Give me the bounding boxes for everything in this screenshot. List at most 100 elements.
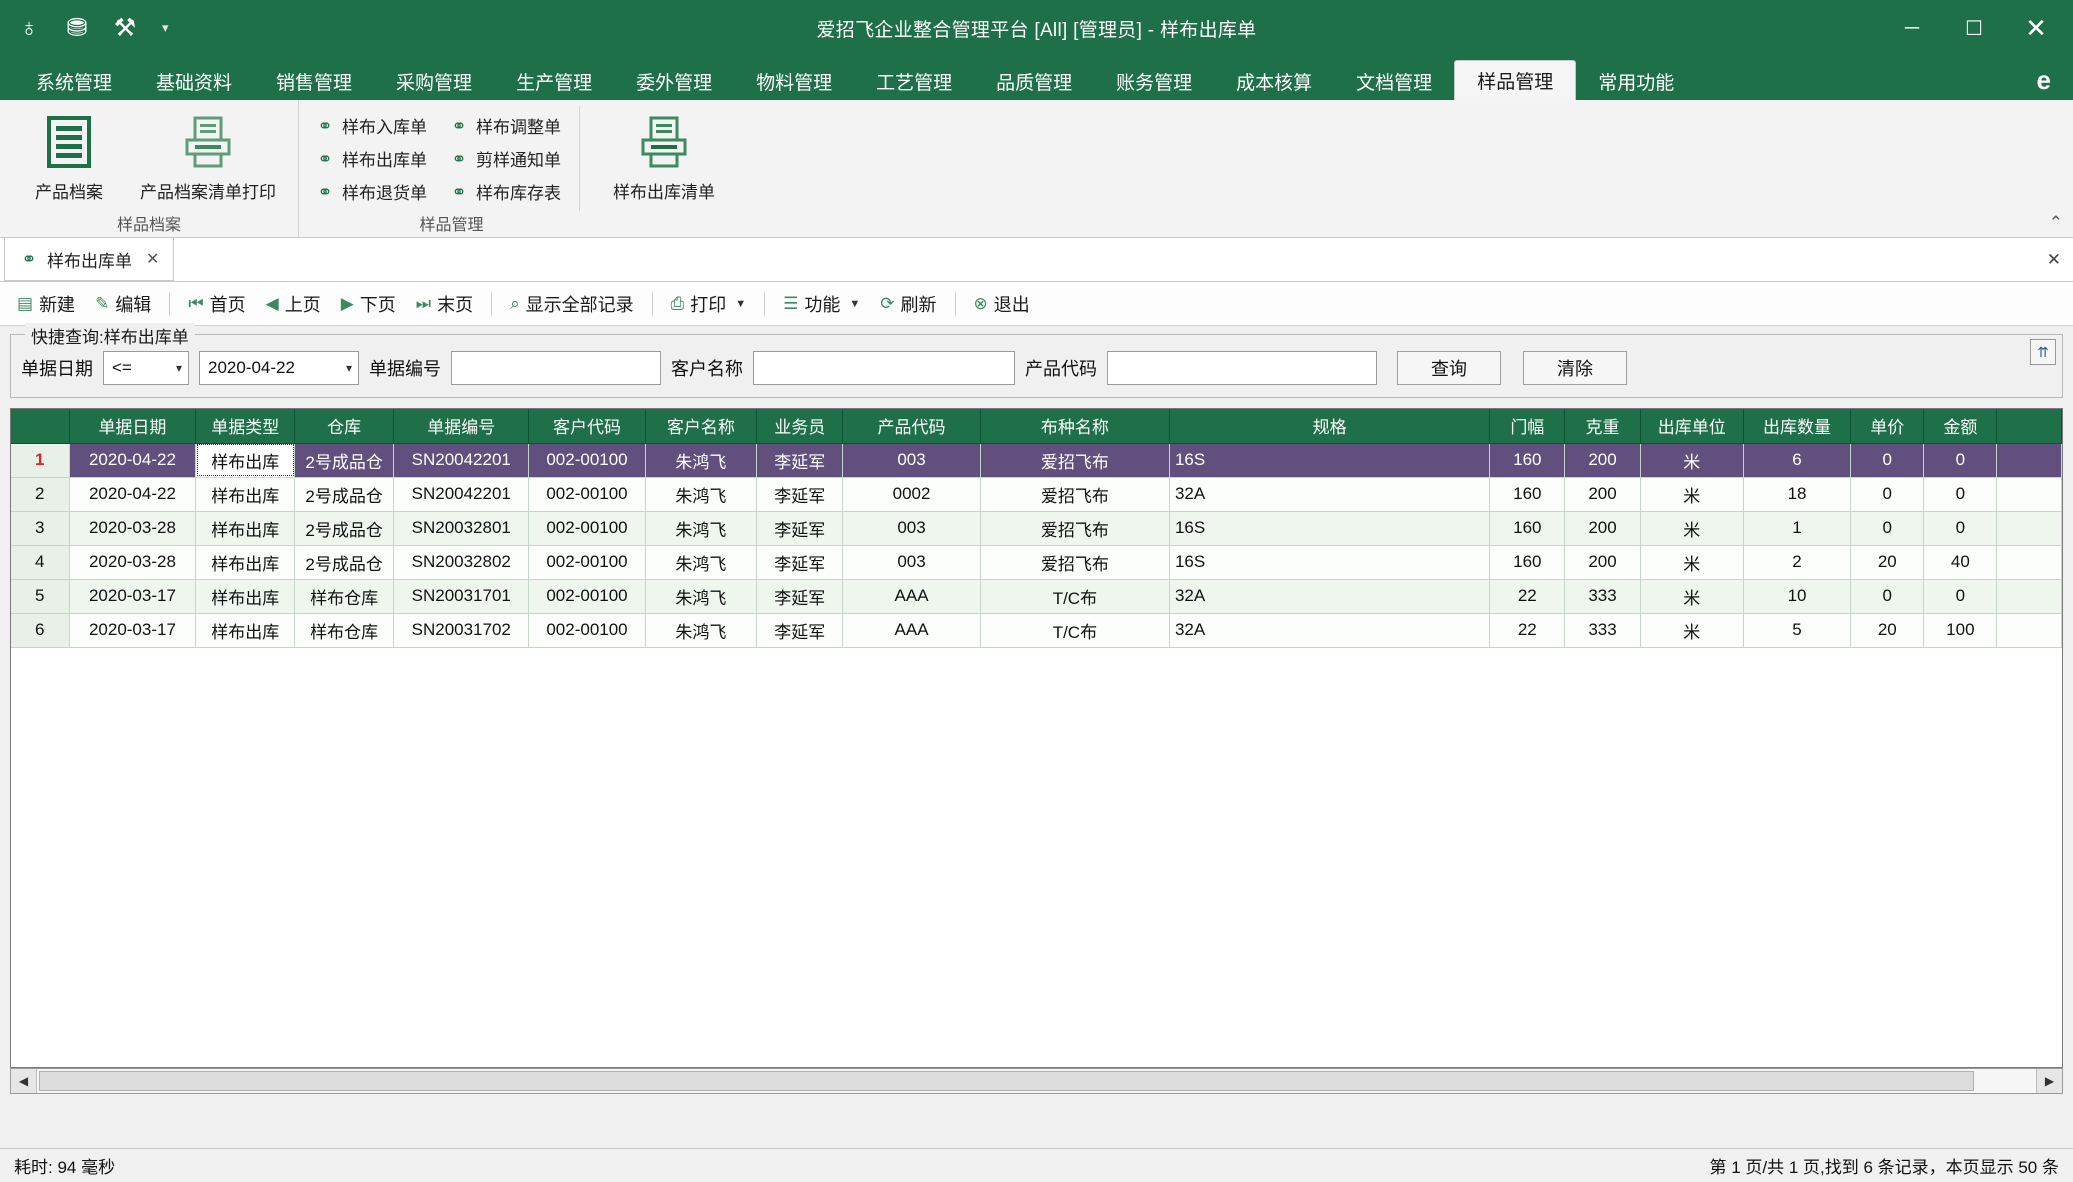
ribbon-tab-5[interactable]: 委外管理 <box>614 62 734 100</box>
column-header-11[interactable]: 门幅 <box>1489 409 1566 444</box>
cell[interactable]: 22 <box>1489 613 1566 648</box>
row-header-corner[interactable] <box>11 409 70 444</box>
cell[interactable]: SN20031702 <box>393 613 530 648</box>
cell[interactable]: 样布出库 <box>195 579 296 614</box>
cell[interactable]: 0 <box>1923 477 1998 512</box>
cell[interactable]: 002-00100 <box>528 579 646 614</box>
cell[interactable]: SN20032802 <box>393 545 530 580</box>
product-archive-button[interactable]: 产品档案 <box>10 106 128 203</box>
cell[interactable]: 米 <box>1640 443 1744 478</box>
table-row[interactable]: 3 2020-03-28 样布出库 2号成品仓 SN20032801 002-00100 朱… <box>11 511 2062 546</box>
cell[interactable]: 样布仓库 <box>294 613 395 648</box>
doc-date-select[interactable]: 2020-04-22 ▾ <box>199 351 359 385</box>
column-header-5[interactable]: 客户代码 <box>528 409 646 444</box>
cell[interactable] <box>1996 511 2062 546</box>
cell[interactable]: SN20032801 <box>393 511 530 546</box>
scroll-left-icon[interactable]: ◀ <box>11 1069 37 1093</box>
date-operator-select[interactable]: <= ▾ <box>103 351 189 385</box>
cell[interactable]: 160 <box>1489 443 1566 478</box>
cell[interactable]: AAA <box>842 579 981 614</box>
cut-sample-notice-button[interactable]: ⚭ 剪样通知单 <box>443 143 567 174</box>
sample-adjust-button[interactable]: ⚭ 样布调整单 <box>443 110 567 141</box>
cell[interactable]: 0 <box>1850 477 1925 512</box>
cell[interactable]: 160 <box>1489 477 1566 512</box>
cell[interactable]: 2号成品仓 <box>294 477 395 512</box>
scroll-right-icon[interactable]: ▶ <box>2036 1069 2062 1093</box>
cell[interactable]: 样布出库 <box>195 613 296 648</box>
cell[interactable]: 2号成品仓 <box>294 511 395 546</box>
column-header-1[interactable]: 单据日期 <box>69 409 197 444</box>
product-code-input[interactable] <box>1107 351 1377 385</box>
chevron-down-icon[interactable]: ▼ <box>735 298 746 310</box>
cell[interactable]: 002-00100 <box>528 443 646 478</box>
cell[interactable]: 6 <box>1743 443 1852 478</box>
row-number[interactable]: 6 <box>11 613 70 648</box>
toolbar-button-last-page[interactable]: ⏭ 末页 <box>407 287 482 321</box>
cell[interactable]: 200 <box>1564 443 1641 478</box>
cell[interactable]: 0002 <box>842 477 981 512</box>
cell[interactable]: 002-00100 <box>528 613 646 648</box>
ribbon-tab-13[interactable]: 常用功能 <box>1576 62 1696 100</box>
cell[interactable]: 32A <box>1169 613 1491 648</box>
row-number[interactable]: 3 <box>11 511 70 546</box>
toolbar-button-search-records[interactable]: ⌕ 显示全部记录 <box>501 287 643 321</box>
ribbon-tab-9[interactable]: 账务管理 <box>1094 62 1214 100</box>
sample-stock-report-button[interactable]: ⚭ 样布库存表 <box>443 176 567 207</box>
cell[interactable] <box>1996 477 2062 512</box>
cell[interactable]: 20 <box>1850 613 1925 648</box>
cell[interactable]: 米 <box>1640 613 1744 648</box>
cell[interactable]: 200 <box>1564 477 1641 512</box>
cell[interactable]: 朱鸿飞 <box>645 443 758 478</box>
ribbon-tab-11[interactable]: 文档管理 <box>1334 62 1454 100</box>
column-header-10[interactable]: 规格 <box>1169 409 1491 444</box>
column-header-6[interactable]: 客户名称 <box>645 409 758 444</box>
toolbar-button-first-page[interactable]: ⏮ 首页 <box>179 287 254 321</box>
query-collapse-button[interactable]: ⇈ <box>2030 339 2056 365</box>
cell[interactable]: 16S <box>1169 511 1491 546</box>
minimize-button[interactable]: ─ <box>1881 3 1943 53</box>
column-header-15[interactable]: 单价 <box>1850 409 1925 444</box>
toolbar-button-new-doc[interactable]: ▤ 新建 <box>8 287 84 321</box>
cell[interactable]: 32A <box>1169 477 1491 512</box>
cell[interactable]: 0 <box>1850 511 1925 546</box>
toolbar-button-list[interactable]: ☰ 功能 ▼ <box>774 287 869 321</box>
cell[interactable]: 200 <box>1564 511 1641 546</box>
scrollbar-thumb[interactable] <box>39 1071 1975 1091</box>
data-grid[interactable]: 单据日期 单据类型 仓库 单据编号 客户代码 客户名称 业务员 产品代码 布种名称 规格 门幅 克重出… <box>10 408 2063 1068</box>
cell[interactable]: 米 <box>1640 477 1744 512</box>
cell[interactable]: 爱招飞布 <box>980 511 1170 546</box>
cell[interactable]: 20 <box>1850 545 1925 580</box>
column-header-7[interactable]: 业务员 <box>756 409 844 444</box>
cell[interactable]: 1 <box>1743 511 1852 546</box>
toolbar-button-exit[interactable]: ⊗ 退出 <box>965 287 1039 321</box>
cell[interactable]: 李延军 <box>756 545 844 580</box>
cell[interactable]: 0 <box>1923 443 1998 478</box>
ribbon-tab-4[interactable]: 生产管理 <box>494 62 614 100</box>
cell[interactable]: 160 <box>1489 511 1566 546</box>
cell[interactable]: 333 <box>1564 613 1641 648</box>
cell[interactable]: 米 <box>1640 545 1744 580</box>
cell[interactable]: 22 <box>1489 579 1566 614</box>
table-row[interactable]: 1 2020-04-22 样布出库 2号成品仓 SN20042201 002-00100 朱… <box>11 443 2062 478</box>
cell[interactable]: 朱鸿飞 <box>645 545 758 580</box>
cell[interactable] <box>1996 579 2062 614</box>
cell[interactable]: 2 <box>1743 545 1852 580</box>
cell[interactable]: 003 <box>842 511 981 546</box>
cell[interactable]: SN20042201 <box>393 477 530 512</box>
column-header-2[interactable]: 单据类型 <box>195 409 296 444</box>
cell[interactable]: 0 <box>1850 443 1925 478</box>
ribbon-tab-10[interactable]: 成本核算 <box>1214 62 1334 100</box>
quick-access-dropdown-icon[interactable]: ▾ <box>162 20 169 36</box>
cell[interactable] <box>1996 613 2062 648</box>
cell[interactable]: 爱招飞布 <box>980 545 1170 580</box>
sample-return-button[interactable]: ⚭ 样布退货单 <box>309 176 433 207</box>
cell[interactable]: SN20042201 <box>393 443 530 478</box>
ribbon-collapse-icon[interactable]: ⌃ <box>2049 213 2063 233</box>
cell[interactable]: 003 <box>842 545 981 580</box>
cell[interactable]: 爱招飞布 <box>980 443 1170 478</box>
cell[interactable]: 李延军 <box>756 443 844 478</box>
cell[interactable]: 2020-03-28 <box>69 545 197 580</box>
toolbar-button-next-page[interactable]: ▶ 下页 <box>332 287 405 321</box>
cell[interactable]: AAA <box>842 613 981 648</box>
row-number[interactable]: 2 <box>11 477 70 512</box>
